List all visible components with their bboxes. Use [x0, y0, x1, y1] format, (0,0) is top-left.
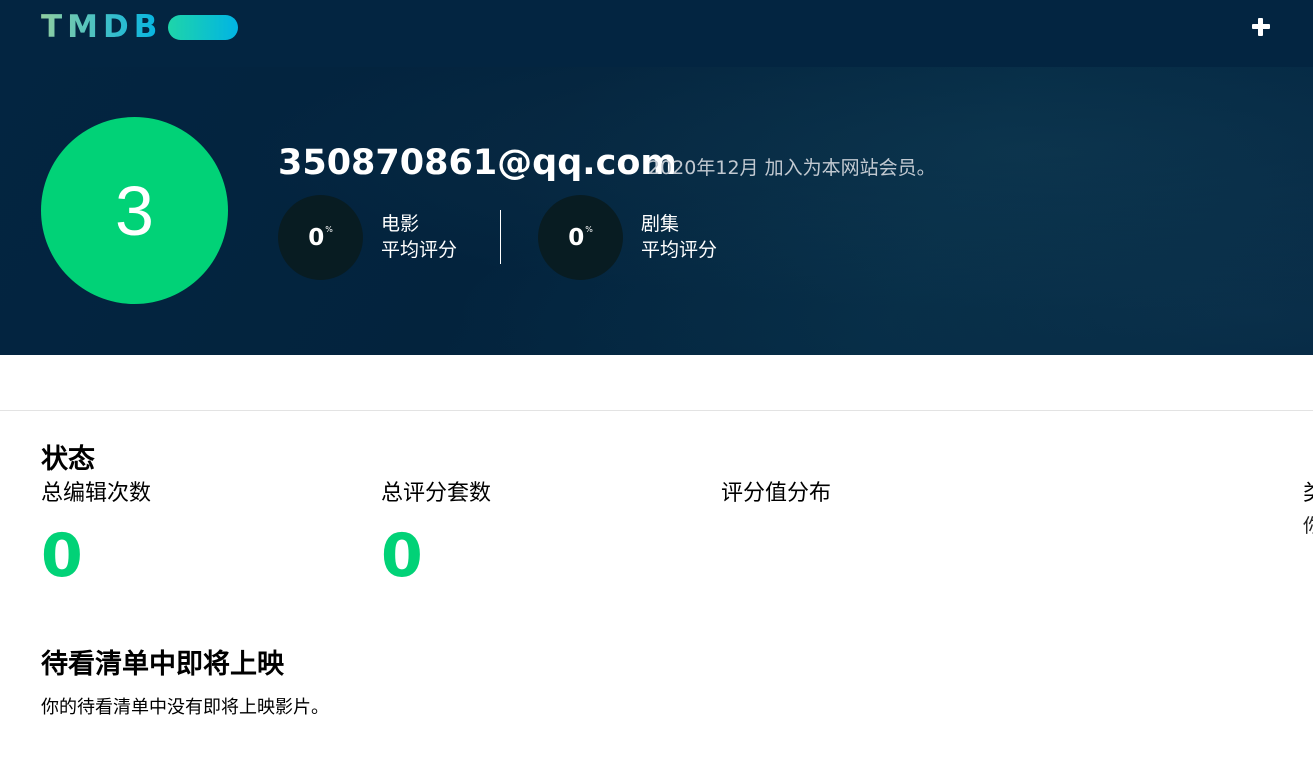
top-navbar: TMDB [0, 0, 1313, 67]
tv-score-label: 剧集 平均评分 [641, 211, 717, 263]
movies-label-line1: 电影 [381, 213, 420, 235]
tv-score-circle: 0 % [538, 195, 623, 280]
tv-label-line1: 剧集 [641, 213, 680, 235]
rating-distribution-label: 评分值分布 [721, 481, 832, 506]
tv-label-line2: 平均评分 [641, 239, 718, 261]
username[interactable]: 350870861@qq.com [278, 142, 677, 184]
profile-header: 3 350870861@qq.com 2020年12月 加入为本网站会员。 0 … [0, 67, 1313, 355]
avatar-letter: 3 [115, 171, 154, 250]
movies-score-circle: 0 % [278, 195, 363, 280]
cut-off-sub: 你 [1303, 515, 1313, 537]
total-edits-value: 0 [41, 521, 83, 591]
movies-score-label: 电影 平均评分 [381, 211, 457, 263]
total-edits-label: 总编辑次数 [41, 481, 152, 506]
movies-score-percent: % [325, 225, 333, 234]
member-since: 2020年12月 加入为本网站会员。 [648, 157, 936, 179]
total-ratings-value: 0 [381, 521, 423, 591]
total-ratings-label: 总评分套数 [381, 481, 492, 506]
movies-label-line2: 平均评分 [381, 239, 458, 261]
stats-title: 状态 [41, 444, 95, 475]
score-divider [500, 210, 501, 264]
section-divider [0, 410, 1313, 411]
cut-off-label: 类 [1303, 480, 1313, 508]
cut-off-stat-column: 类 你 [1303, 480, 1313, 550]
movies-score-value: 0 [308, 224, 325, 251]
avatar[interactable]: 3 [41, 117, 228, 304]
tmdb-logo[interactable]: TMDB [41, 9, 239, 45]
tv-score-value: 0 [568, 224, 585, 251]
logo-pill-shape [168, 14, 239, 40]
plus-icon[interactable] [1251, 17, 1271, 37]
logo-text: TMDB [41, 9, 163, 45]
upcoming-empty-message: 你的待看清单中没有即将上映影片。 [41, 697, 329, 718]
tv-score-percent: % [585, 225, 593, 234]
upcoming-title: 待看清单中即将上映 [41, 649, 284, 680]
